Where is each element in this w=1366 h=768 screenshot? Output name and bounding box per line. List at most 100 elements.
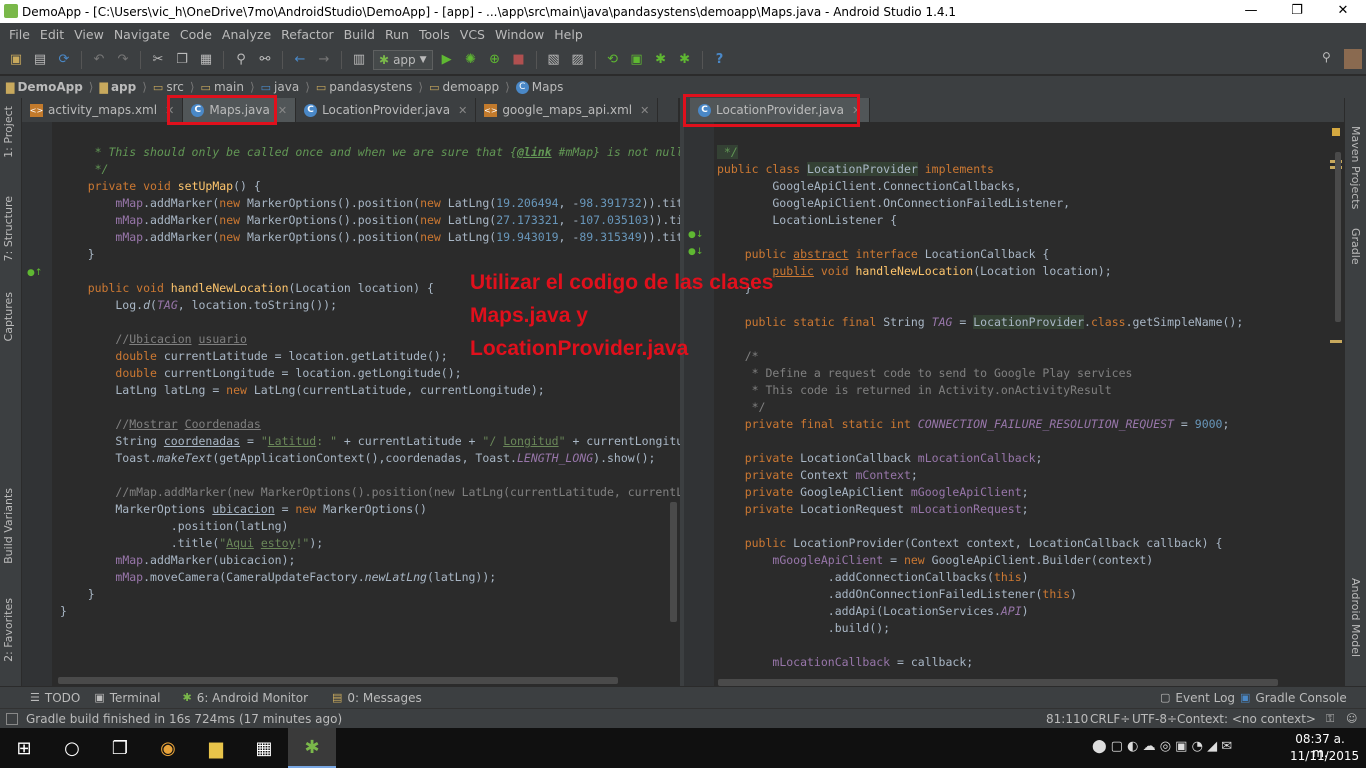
implemented-gutter-icon[interactable]: ●↓ xyxy=(688,230,703,240)
tool-tab-gradle[interactable]: Gradle xyxy=(1349,228,1362,265)
override-gutter-icon[interactable]: ●↑ xyxy=(27,268,42,278)
tab-google-maps-api-xml[interactable]: <> google_maps_api.xml ✕ xyxy=(476,98,659,122)
menu-refactor[interactable]: Refactor xyxy=(276,27,338,42)
close-icon[interactable]: ✕ xyxy=(640,104,649,117)
tool-tab-build-variants[interactable]: Build Variants xyxy=(2,488,15,564)
search-everywhere-icon[interactable]: ⚲ xyxy=(1322,50,1340,68)
file-explorer-icon[interactable]: ▆ xyxy=(192,728,240,768)
menu-run[interactable]: Run xyxy=(380,27,414,42)
cortana-search-icon[interactable]: ○ xyxy=(48,728,96,768)
close-icon[interactable]: ✕ xyxy=(458,104,467,117)
menu-view[interactable]: View xyxy=(69,27,109,42)
breadcrumb-item[interactable]: ▇ app ⟩ xyxy=(99,80,146,94)
maps-java-code: * This should only be called once and wh… xyxy=(60,145,680,618)
menu-code[interactable]: Code xyxy=(175,27,217,42)
close-icon[interactable]: ✕ xyxy=(278,104,287,117)
tool-tab-maven-projects[interactable]: Maven Projects xyxy=(1349,126,1362,209)
chrome-icon[interactable]: ◉ xyxy=(144,728,192,768)
android-device-monitor-icon[interactable]: ✱ xyxy=(651,50,671,70)
menu-vcs[interactable]: VCS xyxy=(455,27,490,42)
breadcrumb-item[interactable]: ▇ DemoApp ⟩ xyxy=(6,80,93,94)
open-folder-icon[interactable]: ▣ xyxy=(6,50,26,70)
copy-icon[interactable]: ❐ xyxy=(172,50,192,70)
menu-build[interactable]: Build xyxy=(339,27,380,42)
tool-tab-captures[interactable]: Captures xyxy=(2,292,15,341)
minimize-button[interactable]: — xyxy=(1228,0,1274,23)
left-code-editor[interactable]: ●↑ * This should only be called once and… xyxy=(22,122,680,686)
breadcrumb-item[interactable]: ▭ main ⟩ xyxy=(201,80,255,94)
help-icon[interactable]: ? xyxy=(710,50,730,70)
tab-activity-maps-xml[interactable]: <> activity_maps.xml ✕ xyxy=(22,98,184,122)
tool-tab-favorites[interactable]: 2: Favorites xyxy=(2,598,15,662)
menu-navigate[interactable]: Navigate xyxy=(109,27,175,42)
tool-tab-event-log[interactable]: ▢ Event Log xyxy=(1160,691,1235,705)
context-indicator[interactable]: Context: <no context> xyxy=(1177,712,1316,726)
right-code-editor[interactable]: ●↓ ●↓ */public class LocationProvider im… xyxy=(684,122,1344,686)
task-view-icon[interactable]: ❐ xyxy=(96,728,144,768)
breadcrumb-item[interactable]: ▭ src ⟩ xyxy=(153,80,195,94)
make-project-icon[interactable]: ▥ xyxy=(349,50,369,70)
tab-location-provider-java[interactable]: C LocationProvider.java ✕ xyxy=(296,98,477,122)
line-separator[interactable]: CRLF÷ xyxy=(1090,712,1130,726)
forward-icon[interactable]: → xyxy=(314,50,334,70)
menu-help[interactable]: Help xyxy=(549,27,588,42)
cut-icon[interactable]: ✂ xyxy=(148,50,168,70)
breadcrumb-item[interactable]: ▭ demoapp ⟩ xyxy=(429,80,510,94)
inspector-icon[interactable]: ☺ xyxy=(1346,712,1357,725)
attach-debugger-icon[interactable]: ⊕ xyxy=(485,50,505,70)
file-encoding[interactable]: UTF-8÷ xyxy=(1132,712,1177,726)
menu-file[interactable]: File xyxy=(4,27,35,42)
menu-edit[interactable]: Edit xyxy=(35,27,69,42)
avatar[interactable] xyxy=(1344,49,1362,69)
avd-manager-icon[interactable]: ▣ xyxy=(627,50,647,70)
breadcrumb-item[interactable]: ▭ pandasystens ⟩ xyxy=(316,80,423,94)
system-tray-icons[interactable]: ⬤ ▢ ◐ ☁ ◎ ▣ ◔ ◢ ✉ xyxy=(1092,739,1232,754)
redo-icon[interactable]: ↷ xyxy=(113,50,133,70)
tool-tab-project[interactable]: 1: Project xyxy=(2,106,15,158)
project-structure-icon[interactable]: ▧ xyxy=(544,50,564,70)
run-icon[interactable]: ▶ xyxy=(437,50,457,70)
menu-analyze[interactable]: Analyze xyxy=(217,27,276,42)
vertical-scrollbar[interactable] xyxy=(670,502,677,622)
debug-icon[interactable]: ✺ xyxy=(461,50,481,70)
tool-tab-android-model[interactable]: Android Model xyxy=(1349,578,1362,657)
undo-icon[interactable]: ↶ xyxy=(89,50,109,70)
replace-icon[interactable]: ⚯ xyxy=(255,50,275,70)
tool-tab-terminal[interactable]: ▣ Terminal xyxy=(94,691,160,705)
gradle-sync-icon[interactable]: ⟲ xyxy=(603,50,623,70)
menu-tools[interactable]: Tools xyxy=(414,27,455,42)
breadcrumb-item[interactable]: ▭ java ⟩ xyxy=(261,80,310,94)
find-icon[interactable]: ⚲ xyxy=(231,50,251,70)
tool-tab-android-monitor[interactable]: ✱ 6: Android Monitor xyxy=(182,691,308,705)
vertical-scrollbar[interactable] xyxy=(1335,152,1341,322)
clock-date[interactable]: 11/11/2015 xyxy=(1290,749,1359,763)
status-message[interactable]: Gradle build finished in 16s 724ms (17 m… xyxy=(26,712,342,726)
implemented-gutter-icon[interactable]: ●↓ xyxy=(688,247,703,257)
save-all-icon[interactable]: ▤ xyxy=(30,50,50,70)
control-panel-icon[interactable]: ▦ xyxy=(240,728,288,768)
windows-start-icon[interactable]: ⊞ xyxy=(0,728,48,768)
run-config-select[interactable]: ✱ app ▼ xyxy=(373,49,433,70)
toggle-tool-windows-icon[interactable] xyxy=(6,712,18,725)
android-studio-taskbar-icon[interactable]: ✱ xyxy=(288,728,336,768)
sdk-manager-icon[interactable]: ▨ xyxy=(568,50,588,70)
analysis-marker-icon[interactable] xyxy=(1332,128,1340,136)
tool-tab-todo[interactable]: ☰ TODO xyxy=(30,691,80,705)
error-stripe-mark[interactable] xyxy=(1330,340,1342,343)
paste-icon[interactable]: ▦ xyxy=(196,50,216,70)
tool-tab-gradle-console[interactable]: ▣ Gradle Console xyxy=(1240,691,1347,705)
breadcrumb-item[interactable]: C Maps xyxy=(515,80,563,94)
tool-tab-messages[interactable]: ▤ 0: Messages xyxy=(332,691,422,705)
caret-position[interactable]: 81:110 xyxy=(1046,712,1088,726)
maximize-button[interactable]: ❐ xyxy=(1274,0,1320,23)
close-button[interactable]: ✕ xyxy=(1320,0,1366,23)
sync-icon[interactable]: ⟳ xyxy=(54,50,74,70)
lock-icon[interactable]: ⚿ xyxy=(1326,712,1334,726)
back-icon[interactable]: ← xyxy=(290,50,310,70)
android-sdk-icon[interactable]: ✱ xyxy=(675,50,695,70)
horizontal-scrollbar[interactable] xyxy=(58,677,618,684)
horizontal-scrollbar[interactable] xyxy=(718,679,1278,686)
tool-tab-structure[interactable]: 7: Structure xyxy=(2,196,15,261)
menu-window[interactable]: Window xyxy=(490,27,549,42)
stop-icon[interactable]: ■ xyxy=(509,50,529,70)
